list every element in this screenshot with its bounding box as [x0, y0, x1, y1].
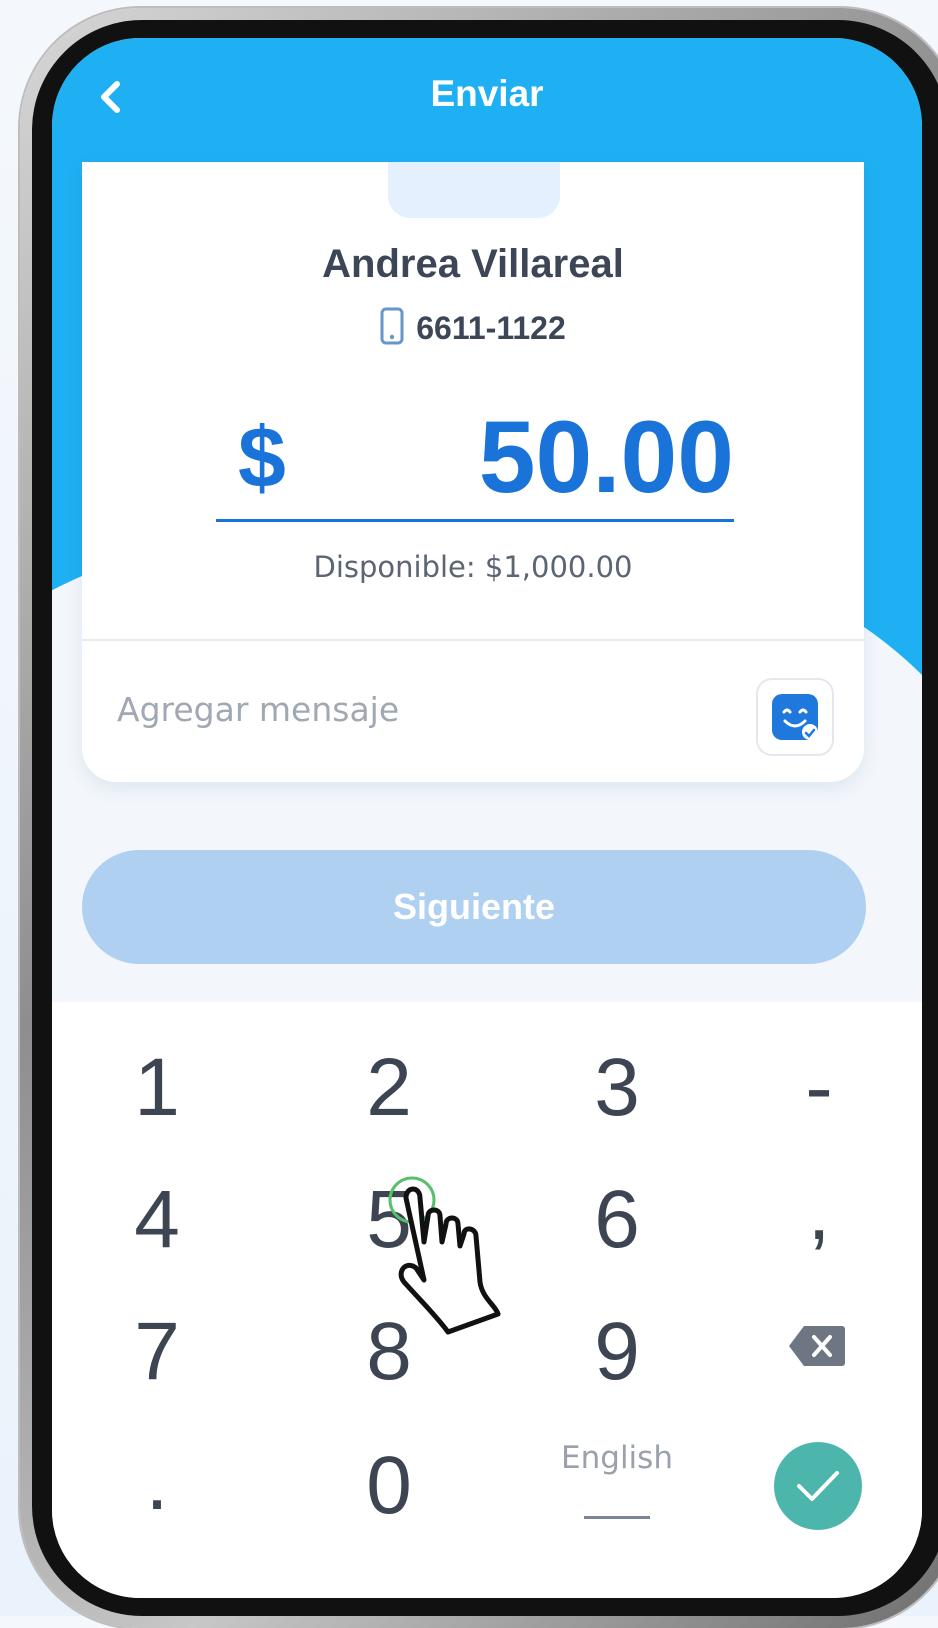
top-bar: Enviar	[52, 38, 922, 158]
key-minus[interactable]: -	[744, 1028, 894, 1148]
key-2[interactable]: 2	[314, 1028, 464, 1148]
mobile-phone-icon	[380, 307, 404, 345]
key-comma[interactable]: ,	[744, 1152, 894, 1272]
available-balance: Disponible: $1,000.00	[313, 550, 633, 584]
message-input[interactable]: Agregar mensaje	[117, 690, 399, 729]
key-7[interactable]: 7	[82, 1292, 232, 1412]
key-6[interactable]: 6	[542, 1160, 692, 1280]
divider	[82, 639, 864, 641]
backspace-button[interactable]	[788, 1324, 846, 1368]
key-0[interactable]: 0	[314, 1426, 464, 1546]
send-card: Andrea Villareal 6611-1122 $ 50.00 Dispo…	[82, 162, 864, 782]
avatar	[388, 162, 560, 218]
key-9[interactable]: 9	[542, 1292, 692, 1412]
hand-pointer-icon	[388, 1176, 501, 1335]
backspace-icon	[789, 1326, 845, 1366]
keyboard-language-switch[interactable]: English	[542, 1440, 692, 1476]
recipient-name: Andrea Villareal	[322, 242, 624, 286]
check-icon	[797, 1471, 839, 1501]
recipient-phone: 6611-1122	[416, 310, 566, 346]
app-screen: Enviar Andrea Villareal 6611-1122 $ 50.0…	[52, 38, 922, 1598]
next-button[interactable]: Siguiente	[82, 850, 866, 964]
key-1[interactable]: 1	[82, 1028, 232, 1148]
amount-field[interactable]: $ 50.00	[216, 400, 734, 522]
language-underline	[584, 1516, 650, 1519]
key-decimal[interactable]: .	[82, 1422, 232, 1542]
sticker-button[interactable]	[756, 678, 834, 756]
key-4[interactable]: 4	[82, 1160, 232, 1280]
amount-value: 50.00	[478, 400, 734, 514]
recipient-phone-row: 6611-1122	[82, 307, 864, 347]
page-title: Enviar	[430, 73, 544, 114]
key-3[interactable]: 3	[542, 1028, 692, 1148]
currency-symbol: $	[238, 410, 286, 506]
amount-underline	[216, 519, 734, 522]
confirm-button[interactable]	[774, 1442, 862, 1530]
sticker-icon	[772, 694, 818, 740]
